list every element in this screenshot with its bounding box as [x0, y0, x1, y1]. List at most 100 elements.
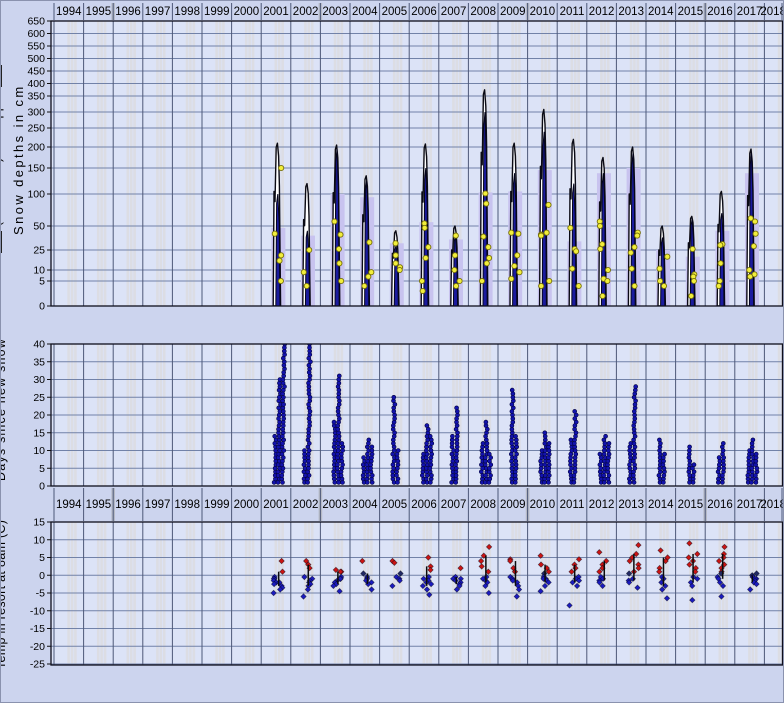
svg-text:1998: 1998	[174, 6, 200, 18]
svg-text:2005: 2005	[382, 6, 408, 18]
svg-text:650: 650	[27, 16, 45, 28]
days-since-snow-panel: 0510152025303540	[33, 328, 784, 493]
days-since-snow-dot	[428, 434, 432, 438]
days-since-snow-dot	[392, 395, 396, 399]
svg-text:-20: -20	[30, 641, 45, 653]
days-since-snow-dot	[574, 452, 578, 456]
svg-text:200: 200	[27, 142, 45, 154]
svg-text:2018: 2018	[760, 499, 784, 511]
fresh-snow-dot	[597, 223, 602, 228]
fresh-snow-dot	[279, 253, 284, 258]
svg-text:2006: 2006	[411, 6, 437, 18]
fresh-snow-dot	[748, 274, 753, 279]
days-since-snow-dot	[484, 438, 488, 442]
svg-text:5: 5	[39, 552, 45, 564]
fresh-snow-dot	[397, 267, 402, 272]
snow-history-chart: 1994199519961997199819992000200120022003…	[0, 0, 784, 703]
fresh-snow-dot	[629, 266, 634, 271]
svg-text:250: 250	[27, 123, 45, 135]
svg-text:2018: 2018	[760, 6, 784, 18]
days-since-snow-dot	[392, 466, 396, 470]
fresh-snow-dot	[539, 283, 544, 288]
svg-text:2000: 2000	[234, 6, 260, 18]
fresh-snow-dot	[278, 278, 283, 283]
fresh-snow-dot	[752, 219, 757, 224]
days-since-snow-dot	[607, 441, 611, 445]
days-since-snow-dot	[547, 473, 551, 477]
svg-text:2014: 2014	[648, 499, 674, 511]
fresh-snow-dot	[304, 283, 309, 288]
days-since-snow-dot	[692, 463, 696, 467]
svg-text:10: 10	[33, 445, 45, 457]
svg-text:2016: 2016	[707, 6, 733, 18]
fresh-snow-dot	[635, 233, 640, 238]
svg-text:2004: 2004	[352, 6, 378, 18]
days-since-snow-dot	[543, 431, 547, 435]
days-since-snow-dot	[511, 392, 515, 396]
days-since-snow-dot	[370, 445, 374, 449]
days-since-snow-dot	[721, 441, 725, 445]
svg-text:2013: 2013	[618, 6, 644, 18]
fresh-snow-dot	[419, 278, 424, 283]
fresh-snow-dot	[546, 202, 551, 207]
fresh-snow-dot	[393, 241, 398, 246]
svg-text:1997: 1997	[145, 499, 171, 511]
temp-axis-label: Temp in resort at 8am (C)	[0, 520, 9, 669]
fresh-snow-dot	[486, 245, 491, 250]
fresh-snow-dot	[665, 254, 670, 259]
upper-swatch	[0, 65, 2, 87]
svg-text:40: 40	[33, 339, 45, 351]
fresh-snow-dot	[367, 240, 372, 245]
svg-text:10: 10	[33, 534, 45, 546]
fresh-snow-dot	[454, 283, 459, 288]
fresh-snow-dot	[751, 244, 756, 249]
svg-text:600: 600	[27, 28, 45, 40]
fresh-snow-dot	[544, 230, 549, 235]
svg-text:2005: 2005	[382, 499, 408, 511]
svg-text:150: 150	[27, 163, 45, 175]
chart-canvas: 1994199519961997199819992000200120022003…	[1, 1, 784, 703]
svg-text:2001: 2001	[263, 6, 289, 18]
svg-text:1999: 1999	[204, 6, 230, 18]
days-since-snow-dot	[487, 452, 491, 456]
svg-text:1995: 1995	[86, 6, 112, 18]
svg-text:2013: 2013	[618, 499, 644, 511]
days-since-snow-dot	[717, 456, 721, 460]
fresh-snow-dot	[307, 247, 312, 252]
days-since-snow-dot	[430, 452, 434, 456]
fresh-snow-dot	[605, 267, 610, 272]
svg-text:0: 0	[39, 301, 45, 313]
svg-text:1994: 1994	[56, 499, 82, 511]
days-since-snow-dot	[481, 441, 485, 445]
svg-text:550: 550	[27, 41, 45, 53]
fresh-snow-dot	[516, 231, 521, 236]
days-axis-label: Days since new snow	[0, 338, 9, 481]
fresh-snow-dot	[632, 245, 637, 250]
fresh-snow-dot	[657, 266, 662, 271]
fresh-snow-dot	[337, 261, 342, 266]
svg-text:25: 25	[33, 245, 45, 257]
fresh-snow-dot	[512, 263, 517, 268]
days-since-snow-dot	[337, 374, 341, 378]
fresh-snow-dot	[484, 261, 489, 266]
days-since-snow-dot	[362, 456, 366, 460]
days-since-snow-dot	[573, 409, 577, 413]
fresh-snow-dot	[689, 293, 694, 298]
svg-text:1999: 1999	[204, 499, 230, 511]
days-since-snow-dot	[425, 452, 429, 456]
fresh-snow-dot	[338, 232, 343, 237]
svg-text:2017: 2017	[737, 499, 763, 511]
fresh-snow-dot	[483, 191, 488, 196]
days-since-snow-dot	[688, 445, 692, 449]
days-since-snow-dot	[340, 466, 344, 470]
depth-axis-label: Snow depths in cm	[11, 84, 27, 235]
svg-text:10: 10	[33, 265, 45, 277]
svg-text:1996: 1996	[115, 499, 141, 511]
fresh-snow-dot	[487, 255, 492, 260]
svg-text:2002: 2002	[293, 6, 319, 18]
days-since-snow-dot	[340, 441, 344, 445]
fresh-snow-dot	[661, 283, 666, 288]
fresh-snow-dot	[747, 267, 752, 272]
fresh-snow-dot	[457, 278, 462, 283]
fresh-snow-dot	[453, 233, 458, 238]
